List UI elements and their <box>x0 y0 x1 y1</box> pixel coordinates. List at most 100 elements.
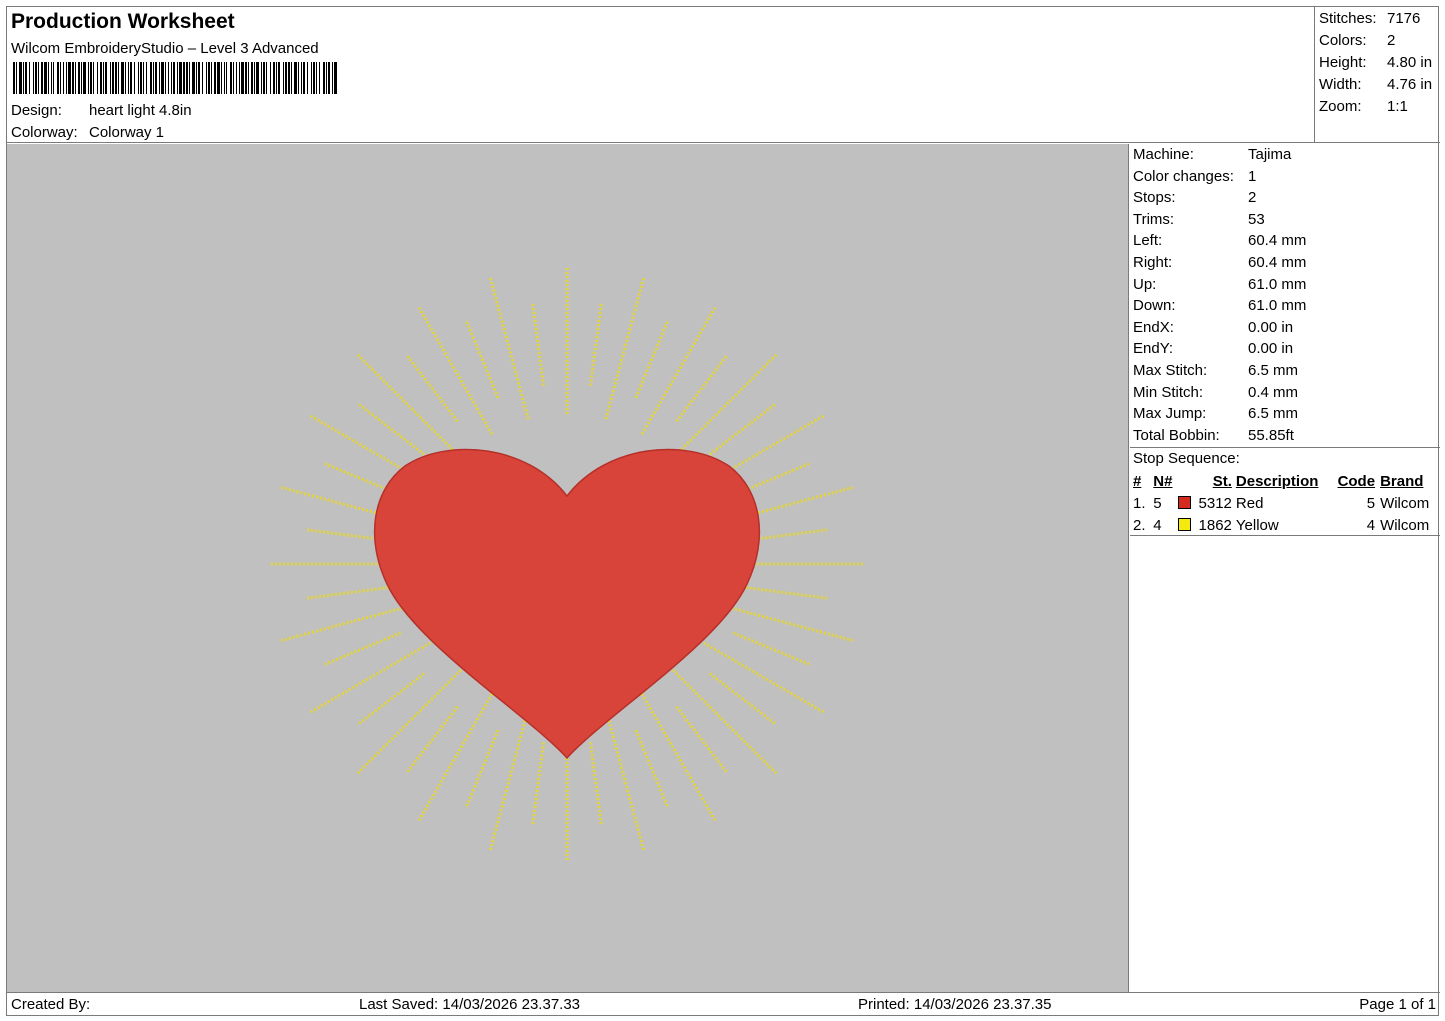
stop-sequence-title: Stop Sequence: <box>1133 450 1240 467</box>
light-ray <box>307 586 389 600</box>
property-value: 1 <box>1248 167 1257 185</box>
property-row: Right: 60.4 mm <box>1133 253 1440 275</box>
summary-value: 4.80 in <box>1387 54 1433 71</box>
column-header-needle: N# <box>1153 472 1173 490</box>
property-label: Right: <box>1133 253 1173 271</box>
design-preview <box>7 144 1129 992</box>
summary-label: Stitches: <box>1319 10 1377 27</box>
colorway-row: Colorway: Colorway 1 <box>11 124 164 141</box>
light-ray <box>711 601 854 643</box>
property-label: Stops: <box>1133 189 1176 207</box>
property-value: 60.4 mm <box>1248 232 1307 250</box>
light-ray <box>488 708 530 851</box>
light-ray <box>589 742 603 824</box>
summary-label: Width: <box>1319 76 1362 93</box>
column-header-swatch <box>1178 470 1198 492</box>
property-label: Total Bobbin: <box>1133 426 1220 444</box>
design-row: Design: heart light 4.8in <box>11 102 192 119</box>
property-row: Min Stitch: 0.4 mm <box>1133 383 1440 405</box>
summary-value: 7176 <box>1387 10 1421 27</box>
property-value: 0.4 mm <box>1248 383 1299 401</box>
heart-shape <box>373 448 761 760</box>
light-ray <box>465 729 500 807</box>
created-by: Created By: <box>11 996 91 1013</box>
property-label: Machine: <box>1133 146 1194 163</box>
light-ray <box>745 586 827 600</box>
property-row: Machine: Tajima <box>1133 145 1440 167</box>
light-ray <box>488 277 530 420</box>
stitch-count: 1862 <box>1198 516 1232 534</box>
embroidery-design <box>271 268 863 860</box>
table-header-row: # N# St. Description Code Brand <box>1133 470 1437 492</box>
page-number: Page 1 of 1 <box>1359 996 1436 1013</box>
light-ray <box>356 669 462 775</box>
summary-label: Zoom: <box>1319 98 1362 115</box>
summary-value: 2 <box>1387 32 1396 49</box>
light-ray <box>417 693 494 822</box>
property-row: Stops: 2 <box>1133 188 1440 210</box>
last-saved: Last Saved: 14/03/2026 23.37.33 <box>359 996 581 1013</box>
property-label: Down: <box>1133 297 1176 315</box>
light-ray <box>531 742 545 824</box>
property-row: Up: 61.0 mm <box>1133 275 1440 297</box>
stop-sequence-table: # N# St. Description Code Brand 1. 5 5312 R… <box>1133 470 1437 536</box>
light-ray <box>589 304 603 386</box>
summary-row: Width: 4.76 in <box>1319 75 1440 97</box>
worksheet-header: Production Worksheet Wilcom EmbroiderySt… <box>7 7 1440 143</box>
property-label: Trims: <box>1133 210 1175 228</box>
light-ray <box>634 321 669 399</box>
color-swatch <box>1177 514 1198 536</box>
light-ray <box>696 637 825 714</box>
light-ray <box>640 693 717 822</box>
colorway-label: Colorway: <box>11 124 78 141</box>
design-summary: Stitches: 7176 Colors: 2 Height: 4.80 in Wi… <box>1314 7 1440 143</box>
light-ray <box>672 669 778 775</box>
light-ray <box>417 306 494 435</box>
property-label: Left: <box>1133 232 1163 250</box>
software-name: Wilcom EmbroideryStudio – Level 3 Advanc… <box>11 40 319 57</box>
light-ray <box>604 708 646 851</box>
swatch-square <box>1177 495 1191 509</box>
property-value: 2 <box>1248 189 1257 207</box>
table-row: 1. 5 5312 Red 5 Wilcom <box>1133 492 1437 514</box>
column-header-brand: Brand <box>1380 472 1424 490</box>
stitch-count: 5312 <box>1198 494 1232 512</box>
property-value: Tajima <box>1248 146 1292 163</box>
property-row: Trims: 53 <box>1133 210 1440 232</box>
property-row: Color changes: 1 <box>1133 167 1440 189</box>
summary-value: 4.76 in <box>1387 76 1433 93</box>
property-value: 53 <box>1248 210 1265 228</box>
property-value: 55.85ft <box>1248 426 1294 444</box>
summary-value: 1:1 <box>1387 98 1408 115</box>
property-label: EndX: <box>1133 318 1174 336</box>
property-row: Max Stitch: 6.5 mm <box>1133 361 1440 383</box>
light-ray <box>531 304 545 386</box>
property-value: 61.0 mm <box>1248 297 1307 315</box>
light-ray <box>324 631 402 666</box>
light-ray <box>672 353 778 459</box>
property-label: Min Stitch: <box>1133 383 1204 401</box>
design-value: heart light 4.8in <box>89 102 192 119</box>
design-label: Design: <box>11 102 62 119</box>
property-value: 60.4 mm <box>1248 253 1307 271</box>
color-description: Red <box>1235 494 1264 512</box>
color-swatch <box>1177 492 1198 514</box>
summary-label: Height: <box>1319 54 1367 71</box>
production-worksheet: Production Worksheet Wilcom EmbroiderySt… <box>6 6 1440 1016</box>
property-value: 0.00 in <box>1248 340 1294 358</box>
light-ray <box>634 729 669 807</box>
worksheet-footer: Created By: Last Saved: 14/03/2026 23.37… <box>7 992 1440 1016</box>
printed-date: Printed: 14/03/2026 23.37.35 <box>858 996 1052 1013</box>
property-value: 6.5 mm <box>1248 361 1299 379</box>
stop-sequence: Stop Sequence: # N# St. Description Code… <box>1130 448 1440 536</box>
color-code: 4 <box>1366 516 1376 534</box>
property-row: Left: 60.4 mm <box>1133 231 1440 253</box>
property-value: 6.5 mm <box>1248 405 1299 423</box>
colorway-value: Colorway 1 <box>89 124 165 141</box>
column-header-num: # <box>1133 472 1142 490</box>
property-row: Max Jump: 6.5 mm <box>1133 404 1440 426</box>
swatch-square <box>1177 517 1191 531</box>
light-ray <box>604 277 646 420</box>
summary-row: Height: 4.80 in <box>1319 53 1440 75</box>
needle-number: 5 <box>1153 494 1162 512</box>
